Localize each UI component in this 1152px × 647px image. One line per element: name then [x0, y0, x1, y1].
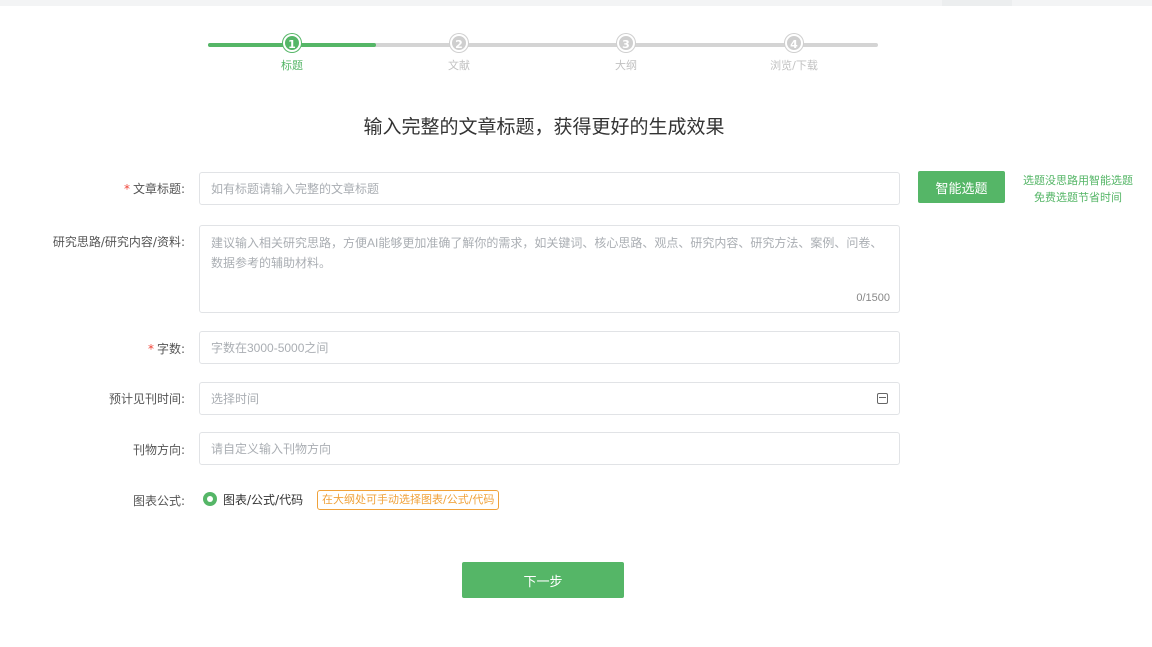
step-number: 1 — [283, 34, 301, 52]
chart-formula-option[interactable]: 图表/公式/代码 — [223, 491, 303, 508]
step-label: 大纲 — [615, 59, 637, 72]
title-placeholder: 如有标题请输入完整的文章标题 — [211, 182, 380, 196]
top-bar-tab — [942, 0, 1012, 6]
progress-steps: 1 标题 2 文献 3 大纲 4 浏览/下载 — [208, 33, 878, 78]
step-label: 浏览/下载 — [770, 59, 818, 72]
chart-formula-radio[interactable] — [203, 492, 217, 506]
step-label: 文献 — [448, 59, 470, 72]
chart-formula-hint: 在大纲处可手动选择图表/公式/代码 — [317, 490, 500, 510]
smart-topic-tip: 选题没思路用智能选题 免费选题节省时间 — [1018, 172, 1138, 206]
word-count-placeholder: 字数在3000-5000之间 — [211, 341, 329, 355]
publish-time-picker[interactable]: 选择时间 — [199, 382, 900, 415]
step-number: 4 — [785, 34, 803, 52]
required-mark: * — [147, 342, 154, 356]
step-title[interactable]: 1 标题 — [262, 33, 322, 73]
smart-topic-tip-line2: 免费选题节省时间 — [1034, 191, 1122, 204]
research-label: 研究思路/研究内容/资料: — [52, 235, 185, 249]
publish-time-label: 预计见刊时间: — [108, 392, 185, 406]
smart-topic-tip-line1: 选题没思路用智能选题 — [1023, 174, 1133, 187]
publish-time-placeholder: 选择时间 — [211, 392, 260, 406]
chart-formula-label: 图表公式: — [132, 494, 185, 508]
smart-topic-button[interactable]: 智能选题 — [918, 171, 1005, 203]
research-textarea[interactable]: 建议输入相关研究思路，方便AI能够更加准确了解你的需求，如关键词、核心思路、观点… — [199, 225, 900, 313]
journal-placeholder: 请自定义输入刊物方向 — [211, 442, 332, 456]
step-outline[interactable]: 3 大纲 — [596, 33, 656, 73]
char-counter: 0/1500 — [856, 292, 890, 304]
step-download[interactable]: 4 浏览/下载 — [764, 33, 824, 73]
journal-input[interactable]: 请自定义输入刊物方向 — [199, 432, 900, 465]
word-count-label: 字数: — [156, 342, 185, 356]
next-button[interactable]: 下一步 — [462, 562, 624, 598]
title-label: 文章标题: — [132, 182, 185, 196]
journal-label: 刊物方向: — [132, 443, 185, 457]
step-literature[interactable]: 2 文献 — [429, 33, 489, 73]
word-count-label-row: * 字数: — [148, 340, 185, 357]
required-mark: * — [123, 182, 130, 196]
step-number: 3 — [617, 34, 635, 52]
page-headline: 输入完整的文章标题，获得更好的生成效果 — [363, 116, 725, 138]
title-input[interactable]: 如有标题请输入完整的文章标题 — [199, 172, 900, 205]
step-label: 标题 — [281, 59, 303, 72]
top-bar — [0, 0, 1152, 6]
research-placeholder: 建议输入相关研究思路，方便AI能够更加准确了解你的需求，如关键词、核心思路、观点… — [211, 236, 883, 270]
title-label-row: * 文章标题: — [124, 180, 185, 197]
word-count-input[interactable]: 字数在3000-5000之间 — [199, 331, 900, 364]
calendar-icon[interactable] — [877, 393, 888, 404]
step-number: 2 — [450, 34, 468, 52]
